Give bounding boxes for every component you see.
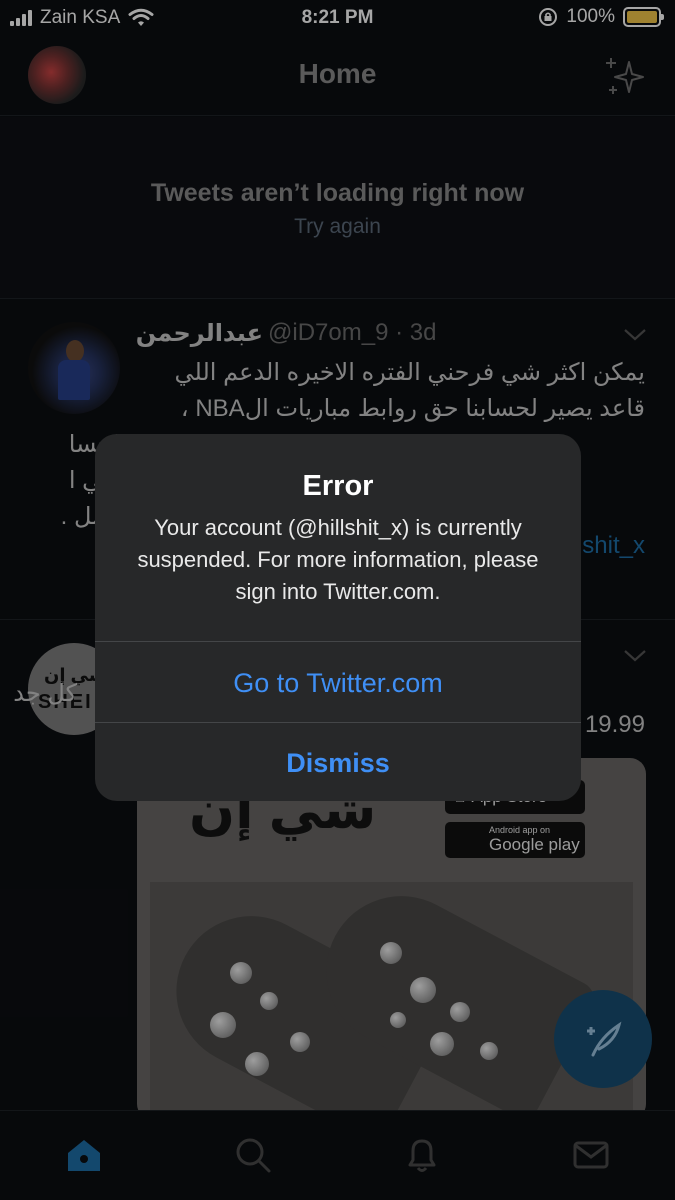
error-alert-dialog: Error Your account (@hillshit_x) is curr…	[95, 434, 581, 801]
alert-message: Your account (@hillshit_x) is currently …	[137, 515, 539, 604]
dismiss-button[interactable]: Dismiss	[95, 724, 581, 801]
alert-divider	[95, 641, 581, 642]
alert-divider	[95, 722, 581, 723]
go-to-twitter-button[interactable]: Go to Twitter.com	[95, 644, 581, 722]
alert-title: Error	[302, 470, 374, 502]
